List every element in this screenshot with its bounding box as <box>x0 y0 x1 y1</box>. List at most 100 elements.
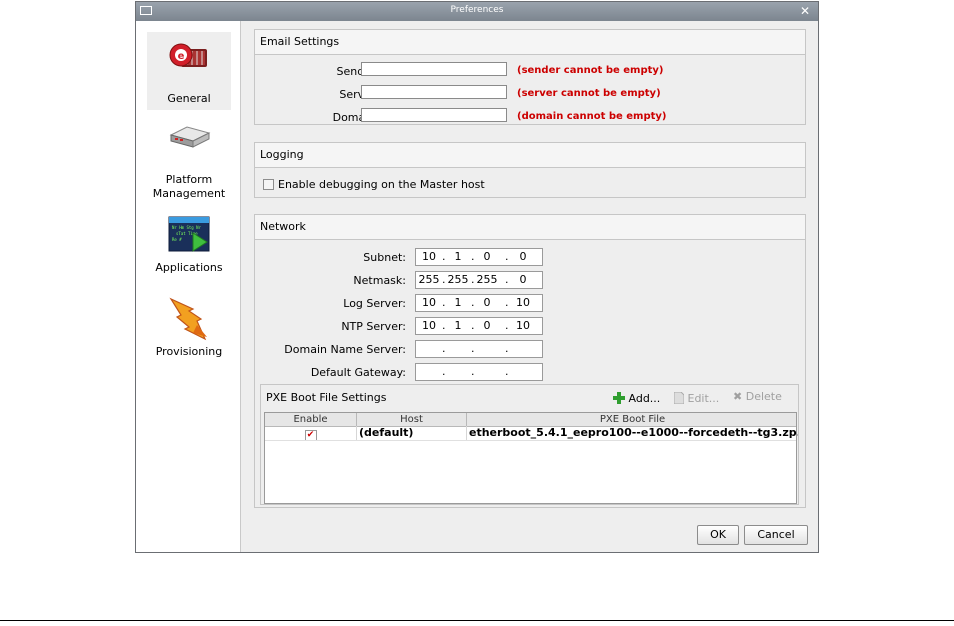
ip-octet[interactable]: 0 <box>512 273 534 286</box>
ip-dot: . <box>442 296 446 309</box>
ip-dot: . <box>442 342 446 355</box>
enabled-check-icon[interactable]: ✔ <box>304 430 317 440</box>
ip-address-field[interactable]: 10. 1. 0. 10 <box>415 294 543 312</box>
network-field-label: NTP Server: <box>341 320 406 333</box>
ip-dot: . <box>442 273 446 286</box>
network-panel: Network Subnet: 10. 1. 0. 0 Netmask: 255. 255. 2… <box>254 214 806 508</box>
debug-label[interactable]: Enable debugging on the Master host <box>278 178 485 191</box>
ip-dot: . <box>471 273 475 286</box>
svg-text:Nr Hm Stg Nr: Nr Hm Stg Nr <box>172 225 201 230</box>
network-field-label: Default Gateway: <box>310 366 406 379</box>
edit-button[interactable]: Edit... <box>673 390 720 406</box>
sender-error: (sender cannot be empty) <box>517 65 664 76</box>
ok-button[interactable]: OK <box>697 525 739 545</box>
pxe-table: Enable Host PXE Boot File ✔ (default) et… <box>264 412 798 504</box>
delete-button[interactable]: ✖ Delete <box>733 390 782 404</box>
ip-address-field[interactable]: 10. 1. 0. 10 <box>415 317 543 335</box>
ip-octet[interactable]: 10 <box>418 250 440 263</box>
logging-header: Logging <box>255 143 805 168</box>
ip-octet[interactable]: 10 <box>418 319 440 332</box>
ip-dot: . <box>442 319 446 332</box>
email-settings-panel: Email Settings Sender: (sender cannot be… <box>254 29 806 125</box>
ip-dot: . <box>471 365 475 378</box>
ip-octet[interactable]: 10 <box>418 296 440 309</box>
ip-octet[interactable]: 1 <box>447 319 469 332</box>
email-settings-header: Email Settings <box>255 30 805 55</box>
platform-management-icon <box>167 121 211 151</box>
column-enable[interactable]: Enable <box>265 413 357 426</box>
svg-text:e: e <box>178 51 185 62</box>
sidebar-item-label-line1: Platform <box>165 173 213 186</box>
pxe-title: PXE Boot File Settings <box>266 391 387 404</box>
general-icon: e <box>167 40 211 74</box>
ip-octet[interactable]: 10 <box>512 296 534 309</box>
ip-octet[interactable]: 255 <box>418 273 440 286</box>
server-error: (server cannot be empty) <box>517 88 661 99</box>
title-bar[interactable]: Preferences ✕ <box>136 2 818 21</box>
sidebar-item-label: Provisioning <box>155 345 223 358</box>
ip-dot: . <box>471 250 475 263</box>
delete-label: Delete <box>745 390 782 403</box>
ip-octet[interactable]: 10 <box>512 319 534 332</box>
applications-icon: Nr Hm Stg Nr sTat Time Re # <box>167 215 211 255</box>
window-title: Preferences <box>450 5 504 15</box>
ip-octet[interactable]: 255 <box>447 273 469 286</box>
ip-octet[interactable]: 255 <box>476 273 498 286</box>
bottom-divider <box>0 620 954 621</box>
ip-octet[interactable]: 0 <box>476 296 498 309</box>
sidebar-item-label: General <box>167 92 211 105</box>
enable-cell[interactable]: ✔ <box>265 426 357 440</box>
ip-dot: . <box>505 296 509 309</box>
table-row[interactable]: ✔ (default) etherboot_5.4.1_eepro100--e1… <box>265 426 798 441</box>
table-header: Enable Host PXE Boot File <box>265 413 796 427</box>
domain-field[interactable] <box>361 108 507 122</box>
ip-dot: . <box>505 273 509 286</box>
ip-dot: . <box>471 296 475 309</box>
close-icon[interactable]: ✕ <box>800 4 810 18</box>
host-cell: (default) <box>357 426 467 440</box>
ip-dot: . <box>505 250 509 263</box>
add-label: Add... <box>628 392 661 405</box>
sidebar-item-label: Applications <box>155 261 223 274</box>
ip-octet[interactable]: 0 <box>476 250 498 263</box>
svg-text:Re #: Re # <box>172 237 182 242</box>
ip-dot: . <box>471 319 475 332</box>
file-cell: etherboot_5.4.1_eepro100--e1000--forcede… <box>469 426 798 439</box>
ip-dot: . <box>442 365 446 378</box>
ip-octet[interactable]: 1 <box>447 296 469 309</box>
sidebar-item-platform-management[interactable]: Platform Management <box>147 119 231 200</box>
edit-icon <box>673 391 685 405</box>
network-field-label: Subnet: <box>363 251 406 264</box>
ip-octet[interactable]: 1 <box>447 250 469 263</box>
ip-dot: . <box>505 365 509 378</box>
ip-dot: . <box>505 319 509 332</box>
column-host[interactable]: Host <box>357 413 467 426</box>
ip-octet[interactable]: 0 <box>476 319 498 332</box>
network-field-label: Log Server: <box>343 297 406 310</box>
network-field-label: Domain Name Server: <box>284 343 406 356</box>
ip-dot: . <box>442 250 446 263</box>
ip-address-field[interactable]: 255. 255. 255. 0 <box>415 271 543 289</box>
ip-octet[interactable]: 0 <box>512 250 534 263</box>
sidebar-item-applications[interactable]: Nr Hm Stg Nr sTat Time Re # Applications <box>147 213 231 281</box>
ip-address-field[interactable]: 10. 1. 0. 0 <box>415 248 543 266</box>
sidebar: e General Platform Management Nr Hm Stg … <box>136 21 241 552</box>
cancel-button[interactable]: Cancel <box>744 525 808 545</box>
preferences-dialog: Preferences ✕ e General Platform Managem… <box>135 1 819 553</box>
server-field[interactable] <box>361 85 507 99</box>
ip-dot: . <box>471 342 475 355</box>
ip-address-field[interactable]: ... <box>415 363 543 381</box>
ip-address-field[interactable]: ... <box>415 340 543 358</box>
network-field-label: Netmask: <box>353 274 406 287</box>
sidebar-item-provisioning[interactable]: Provisioning <box>147 297 231 365</box>
sender-field[interactable] <box>361 62 507 76</box>
domain-error: (domain cannot be empty) <box>517 111 667 122</box>
sidebar-item-general[interactable]: e General <box>147 32 231 110</box>
sidebar-item-label-line2: Management <box>152 187 226 200</box>
delete-icon: ✖ <box>733 390 743 403</box>
edit-label: Edit... <box>687 392 720 405</box>
debug-checkbox[interactable] <box>263 179 274 190</box>
column-pxe-boot-file[interactable]: PXE Boot File <box>467 413 798 426</box>
add-button[interactable]: Add... <box>613 390 660 406</box>
network-header: Network <box>255 215 805 240</box>
